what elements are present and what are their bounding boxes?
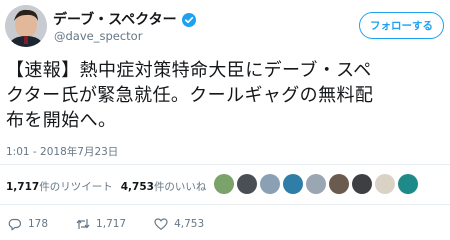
divider — [0, 204, 450, 205]
liker-avatar-5[interactable] — [306, 174, 326, 194]
liker-avatar-8[interactable] — [375, 174, 395, 194]
tweet-actions: 178 1,717 4,753 — [8, 217, 232, 231]
tweet-text: 【速報】熱中症対策特命大臣にデーブ・スペ クター氏が緊急就任。クールギャグの無料… — [6, 58, 446, 133]
divider — [0, 164, 450, 165]
reply-icon — [8, 218, 22, 231]
follow-button[interactable]: フォローする — [359, 12, 444, 39]
display-name[interactable]: デーブ・スペクター — [53, 9, 177, 29]
tweet-line: 布を開始へ。 — [6, 110, 117, 131]
liker-avatar-4[interactable] — [283, 174, 303, 194]
liker-avatar-1[interactable] — [214, 174, 234, 194]
user-handle[interactable]: @dave_spector — [54, 29, 142, 43]
tweet-timestamp[interactable]: 1:01 - 2018年7月23日 — [6, 144, 118, 159]
like-count: 4,753 — [174, 218, 205, 230]
retweet-button[interactable]: 1,717 — [76, 217, 126, 231]
tweet-line: 【速報】熱中症対策特命大臣にデーブ・スペ — [6, 60, 372, 81]
retweet-count: 1,717 — [96, 218, 127, 230]
profile-avatar[interactable] — [5, 5, 47, 47]
like-stat-label: 件のいいね — [153, 181, 207, 193]
heart-icon — [154, 218, 168, 230]
tweet-stats: 1,717件のリツイート 4,753件のいいね — [6, 179, 206, 194]
retweet-icon — [76, 219, 90, 229]
liker-avatars — [214, 174, 418, 194]
liker-avatar-3[interactable] — [260, 174, 280, 194]
reply-count: 178 — [28, 218, 49, 230]
retweet-stat-label: 件のリツイート — [39, 181, 113, 193]
reply-button[interactable]: 178 — [8, 217, 48, 231]
verified-badge-icon — [181, 12, 196, 27]
like-stat-count: 4,753 — [120, 181, 154, 193]
tweet-line: クター氏が緊急就任。クールギャグの無料配 — [6, 85, 374, 106]
liker-avatar-7[interactable] — [352, 174, 372, 194]
liker-avatar-2[interactable] — [237, 174, 257, 194]
liker-avatar-9[interactable] — [398, 174, 418, 194]
like-stat[interactable]: 4,753件のいいね — [121, 179, 207, 194]
retweet-stat-count: 1,717 — [6, 181, 40, 193]
liker-avatar-6[interactable] — [329, 174, 349, 194]
retweet-stat[interactable]: 1,717件のリツイート — [6, 179, 113, 194]
like-button[interactable]: 4,753 — [154, 217, 204, 231]
